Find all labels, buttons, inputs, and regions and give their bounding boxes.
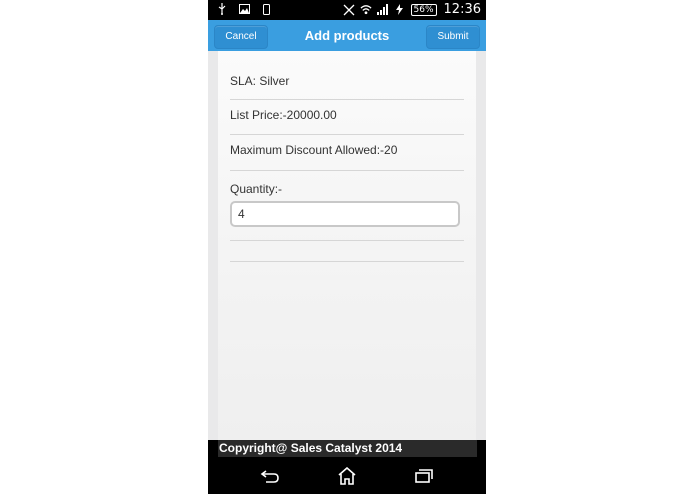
phone-screen: 56% 12:36 Add products Cancel Submit SLA…	[208, 0, 486, 494]
status-time: 12:36	[443, 2, 481, 17]
no-signal-icon	[343, 4, 355, 16]
sla-text: SLA: Silver	[230, 74, 290, 88]
back-icon[interactable]	[258, 466, 282, 486]
max-discount-text: Maximum Discount Allowed:-20	[230, 143, 398, 157]
navigation-bar	[208, 457, 486, 494]
sla-row: SLA: Silver	[230, 65, 464, 100]
footer-copyright: Copyright@ Sales Catalyst 2014	[218, 440, 477, 457]
usb-icon	[216, 3, 228, 15]
charging-icon	[394, 4, 406, 16]
status-bar: 56% 12:36	[208, 0, 486, 20]
quantity-label: Quantity:-	[230, 182, 283, 196]
quantity-row: Quantity:-	[230, 170, 464, 241]
main-content: SLA: Silver List Price:-20000.00 Maximum…	[208, 51, 486, 440]
list-price-row: List Price:-20000.00	[230, 99, 464, 135]
phone-icon	[260, 3, 272, 15]
quantity-input[interactable]	[230, 201, 460, 227]
cancel-button[interactable]: Cancel	[214, 25, 268, 49]
product-details-panel: SLA: Silver List Price:-20000.00 Maximum…	[218, 51, 476, 440]
battery-indicator: 56%	[410, 3, 437, 16]
empty-row	[230, 240, 464, 262]
max-discount-row: Maximum Discount Allowed:-20	[230, 134, 464, 171]
image-icon	[238, 3, 250, 15]
signal-bars-icon	[376, 4, 389, 16]
list-price-text: List Price:-20000.00	[230, 108, 337, 122]
recent-apps-icon[interactable]	[412, 466, 436, 486]
wifi-icon	[360, 4, 372, 16]
home-icon[interactable]	[335, 466, 359, 486]
submit-button[interactable]: Submit	[426, 25, 480, 49]
app-header: Add products Cancel Submit	[208, 20, 486, 51]
